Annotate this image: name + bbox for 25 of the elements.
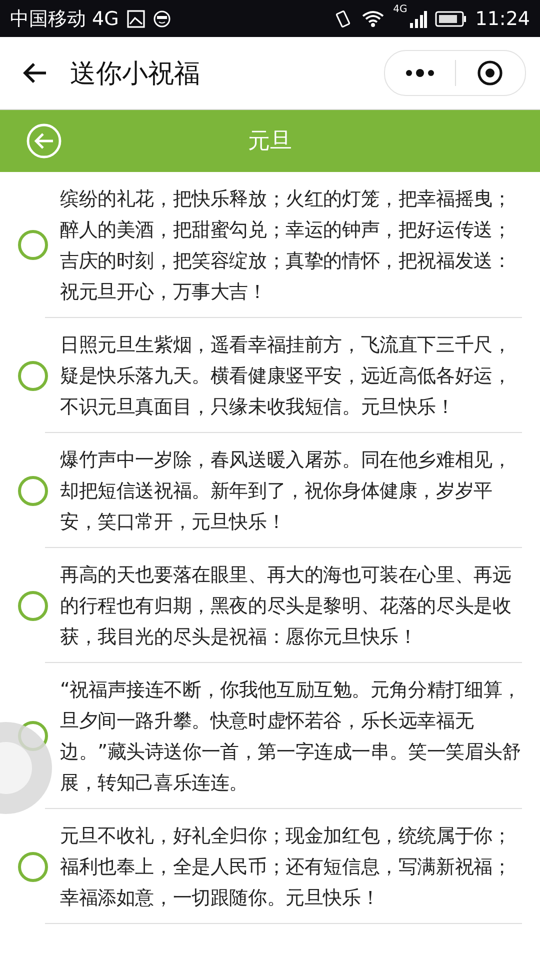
radio-button[interactable] [18, 476, 48, 506]
smiley-icon [152, 10, 171, 28]
radio-button[interactable] [18, 360, 48, 390]
radio-button[interactable] [18, 230, 48, 260]
wifi-icon [361, 10, 386, 28]
image-icon [126, 10, 145, 28]
more-icon [404, 69, 435, 77]
greeting-text: 元旦不收礼，好礼全归你；现金加红包，统统属于你；福利也奉上，全是人民币；还有短信息，写满新祝福；幸福添如意，一切跟随你。元旦快乐！ [60, 823, 512, 911]
back-button[interactable] [26, 123, 62, 159]
greeting-text: 缤纷的礼花，把快乐释放；火红的灯笼，把幸福摇曳；醉人的美酒，把甜蜜勾兑；幸运的钟声，把好运传送；吉庆的时刻，把笑容绽放；真挚的情怀，把祝福发送：祝元旦开心，万事大吉！ [60, 186, 512, 305]
battery-icon [435, 10, 468, 26]
greeting-text: 爆竹声中一岁除，春风送暖入屠苏。同在他乡难相见，却把短信送祝福。新年到了，祝你身体健康，岁岁平安，笑口常开，元旦快乐！ [60, 447, 512, 535]
carrier-label: 中国移动 4G [10, 6, 119, 32]
back-arrow-icon[interactable] [22, 62, 48, 84]
radio-button[interactable] [18, 590, 48, 620]
network-label: 4G [393, 4, 408, 15]
target-icon [477, 60, 504, 86]
greeting-text: 日照元旦生紫烟，遥看幸福挂前方，飞流直下三千尺，疑是快乐落九天。横看健康竖平安，远近高低各好运，不识元旦真面目，只缘未收我短信。元旦快乐！ [60, 332, 512, 420]
page-title: 送你小祝福 [70, 58, 201, 90]
greeting-text: “祝福声接连不断，你我他互励互勉。元角分精打细算，旦夕间一路升攀。快意时虚怀若谷，乐长远幸福无边。”藏头诗送你一首，第一字连成一串。笑一笑眉头舒展，转知己喜乐连连。 [60, 677, 522, 796]
radio-button[interactable] [18, 852, 48, 882]
greeting-text: 再高的天也要落在眼里、再大的海也可装在心里、再远的行程也有归期，黑夜的尽头是黎明、花落的尽头是收获，我目光的尽头是祝福：愿你元旦快乐！ [60, 562, 512, 650]
signal-icon [409, 10, 428, 28]
clock-label: 11:24 [475, 8, 530, 30]
category-title: 元旦 [248, 128, 292, 156]
